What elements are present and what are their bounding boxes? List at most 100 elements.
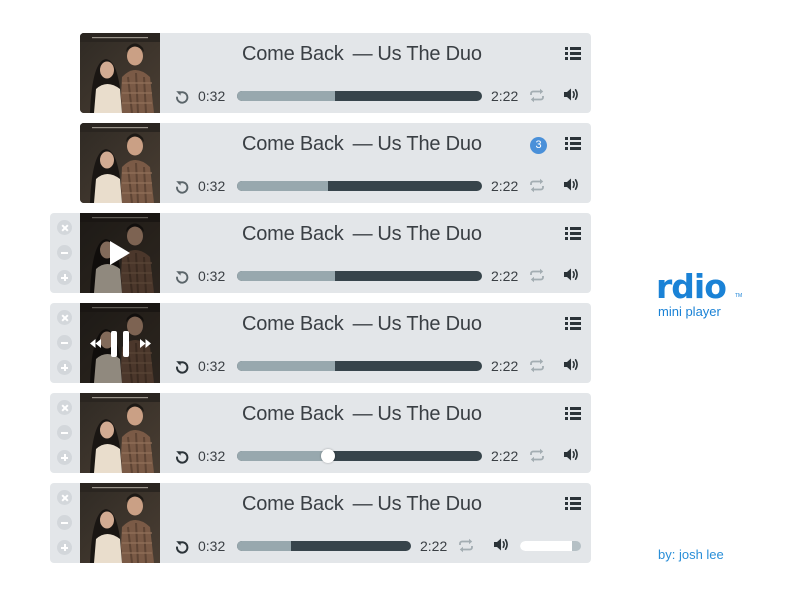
fast-forward-icon[interactable] (140, 339, 151, 348)
rewind-icon[interactable] (90, 339, 101, 348)
volume-icon[interactable] (493, 537, 510, 557)
queue-list-icon[interactable] (565, 496, 581, 516)
album-art[interactable] (80, 213, 160, 293)
progress-scrubber[interactable] (320, 449, 335, 463)
total-time: 2:22 (491, 448, 519, 464)
progress-bar[interactable] (237, 271, 482, 281)
volume-slider[interactable] (520, 541, 581, 551)
maximize-icon[interactable] (57, 270, 72, 285)
queue-list-icon[interactable] (565, 136, 581, 156)
progress-bar[interactable] (237, 451, 482, 461)
repeat-icon[interactable] (458, 538, 474, 558)
volume-icon[interactable] (563, 87, 580, 107)
progress-bar[interactable] (237, 541, 411, 551)
volume-icon[interactable] (563, 177, 580, 197)
replay-icon[interactable] (175, 179, 189, 199)
volume-icon[interactable] (563, 267, 580, 287)
replay-icon[interactable] (175, 449, 189, 469)
mini-player: Come Back — Us The Duo 0:32 2:22 (50, 303, 591, 383)
repeat-icon[interactable] (529, 88, 545, 108)
volume-icon[interactable] (563, 357, 580, 377)
title-separator: — (352, 223, 373, 245)
volume-level (520, 541, 572, 551)
now-playing: Come Back — Us The Duo (242, 403, 482, 426)
now-playing: Come Back — Us The Duo (242, 493, 482, 516)
track-title[interactable]: Come Back (242, 133, 344, 155)
album-art[interactable] (80, 393, 160, 473)
playback-controls: 0:32 2:22 (160, 535, 591, 557)
artist-name[interactable]: Us The Duo (377, 133, 482, 155)
window-controls (50, 213, 80, 293)
window-controls (50, 393, 80, 473)
pause-icon[interactable] (110, 331, 130, 357)
close-icon[interactable] (57, 220, 72, 235)
replay-icon[interactable] (175, 89, 189, 109)
progress-bar[interactable] (237, 181, 482, 191)
queue-list-icon[interactable] (565, 406, 581, 426)
replay-icon[interactable] (175, 269, 189, 289)
progress-bar[interactable] (237, 91, 482, 101)
player-info: Come Back — Us The Duo 3 0:32 2:22 (160, 123, 591, 203)
repeat-icon[interactable] (529, 448, 545, 468)
current-time: 0:32 (198, 268, 226, 284)
repeat-icon[interactable] (529, 268, 545, 288)
minimize-icon[interactable] (57, 245, 72, 260)
repeat-icon[interactable] (529, 178, 545, 198)
queue-list-icon[interactable] (565, 316, 581, 336)
player-info: Come Back — Us The Duo 0:32 2:22 (160, 213, 591, 293)
close-icon[interactable] (57, 400, 72, 415)
current-time: 0:32 (198, 448, 226, 464)
total-time: 2:22 (420, 538, 448, 554)
playback-controls: 0:32 2:22 (160, 355, 591, 377)
replay-icon[interactable] (175, 539, 189, 559)
total-time: 2:22 (491, 358, 519, 374)
replay-icon[interactable] (175, 359, 189, 379)
track-title[interactable]: Come Back (242, 223, 344, 245)
track-title[interactable]: Come Back (242, 43, 344, 65)
minimize-icon[interactable] (57, 425, 72, 440)
player-info: Come Back — Us The Duo 0:32 2:22 (160, 483, 591, 563)
title-separator: — (352, 493, 373, 515)
total-time: 2:22 (491, 268, 519, 284)
album-art[interactable] (80, 303, 160, 383)
total-time: 2:22 (491, 88, 519, 104)
progress-bar[interactable] (237, 361, 482, 371)
track-title[interactable]: Come Back (242, 313, 344, 335)
track-title[interactable]: Come Back (242, 403, 344, 425)
maximize-icon[interactable] (57, 540, 72, 555)
album-art[interactable] (80, 483, 160, 563)
brand-subtitle: mini player (658, 304, 721, 319)
minimize-icon[interactable] (57, 335, 72, 350)
repeat-icon[interactable] (529, 358, 545, 378)
maximize-icon[interactable] (57, 360, 72, 375)
current-time: 0:32 (198, 178, 226, 194)
queue-count-badge: 3 (530, 137, 547, 154)
title-separator: — (352, 313, 373, 335)
artist-name[interactable]: Us The Duo (377, 403, 482, 425)
queue-list-icon[interactable] (565, 226, 581, 246)
artist-name[interactable]: Us The Duo (377, 313, 482, 335)
play-icon[interactable] (109, 240, 131, 266)
volume-icon[interactable] (563, 447, 580, 467)
title-separator: — (352, 133, 373, 155)
artist-name[interactable]: Us The Duo (377, 223, 482, 245)
close-icon[interactable] (57, 310, 72, 325)
close-icon[interactable] (57, 490, 72, 505)
progress-fill (237, 271, 335, 281)
queue-list-icon[interactable] (565, 46, 581, 66)
now-playing: Come Back — Us The Duo (242, 43, 482, 66)
minimize-icon[interactable] (57, 515, 72, 530)
album-art[interactable] (80, 33, 160, 113)
track-title[interactable]: Come Back (242, 493, 344, 515)
current-time: 0:32 (198, 358, 226, 374)
total-time: 2:22 (491, 178, 519, 194)
trademark-mark: TM (735, 293, 743, 299)
artist-name[interactable]: Us The Duo (377, 43, 482, 65)
mini-player: Come Back — Us The Duo 0:32 2:22 (50, 213, 591, 293)
progress-fill (237, 91, 335, 101)
album-art[interactable] (80, 123, 160, 203)
artist-name[interactable]: Us The Duo (377, 493, 482, 515)
maximize-icon[interactable] (57, 450, 72, 465)
playback-controls: 0:32 2:22 (160, 85, 591, 107)
playback-controls: 0:32 2:22 (160, 175, 591, 197)
